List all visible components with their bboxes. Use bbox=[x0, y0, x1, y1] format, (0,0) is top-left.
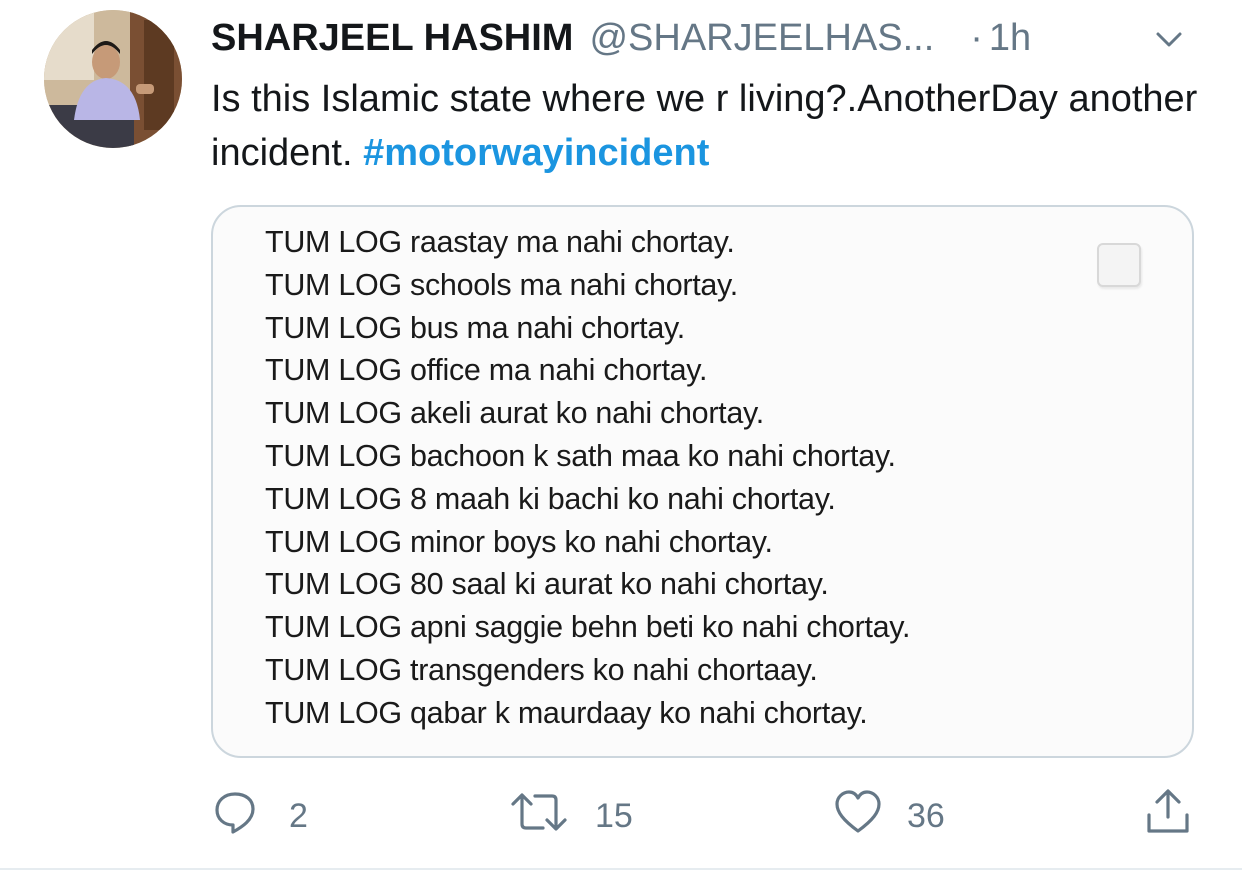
media-line: TUM LOG 80 saal ki aurat ko nahi chortay… bbox=[265, 567, 829, 602]
chevron-down-icon[interactable] bbox=[1152, 22, 1186, 56]
avatar[interactable] bbox=[44, 10, 182, 148]
tweet-text: Is this Islamic state where we r living?… bbox=[211, 72, 1201, 180]
media-line: TUM LOG akeli aurat ko nahi chortay. bbox=[265, 396, 764, 431]
heart-icon bbox=[833, 788, 883, 845]
media-line: TUM LOG 8 maah ki bachi ko nahi chortay. bbox=[265, 481, 836, 516]
divider bbox=[0, 868, 1242, 870]
media-line: TUM LOG raastay ma nahi chortay. bbox=[265, 225, 735, 259]
tweet-timestamp[interactable]: 1h bbox=[989, 17, 1031, 60]
media-text-block: TUM LOG raastay ma nahi chortay. TUM LOG… bbox=[265, 221, 910, 735]
share-button[interactable] bbox=[1143, 788, 1193, 842]
media-line: TUM LOG transgenders ko nahi chortaay. bbox=[265, 652, 818, 687]
media-line: TUM LOG bachoon k sath maa ko nahi chort… bbox=[265, 438, 896, 473]
reply-count: 2 bbox=[289, 796, 308, 835]
like-button[interactable]: 36 bbox=[833, 788, 945, 845]
media-line: TUM LOG bus ma nahi chortay. bbox=[265, 310, 685, 345]
like-count: 36 bbox=[907, 796, 945, 835]
separator-dot: · bbox=[970, 16, 983, 59]
author-name[interactable]: SHARJEEL HASHIM bbox=[211, 17, 573, 60]
retweet-count: 15 bbox=[595, 796, 633, 835]
media-line: TUM LOG qabar k maurdaay ko nahi chortay… bbox=[265, 695, 868, 730]
hashtag-link[interactable]: #motorwayincident bbox=[363, 132, 709, 174]
avatar-image bbox=[44, 10, 182, 148]
media-line: TUM LOG office ma nahi chortay. bbox=[265, 353, 708, 388]
tweet-actions: 2 15 36 bbox=[211, 788, 1196, 845]
media-line: TUM LOG apni saggie behn beti ko nahi ch… bbox=[265, 610, 911, 645]
retweet-icon bbox=[509, 788, 569, 845]
media-line: TUM LOG minor boys ko nahi chortay. bbox=[265, 524, 773, 559]
share-icon bbox=[1143, 787, 1193, 846]
reply-button[interactable]: 2 bbox=[211, 790, 308, 842]
tweet-header: SHARJEEL HASHIM @SHARJEELHAS... · 1h bbox=[211, 14, 1184, 62]
reply-icon bbox=[211, 788, 259, 845]
media-line: TUM LOG schools ma nahi chortay. bbox=[265, 267, 738, 302]
author-handle[interactable]: @SHARJEELHAS... bbox=[589, 17, 934, 60]
tweet-media[interactable]: TUM LOG raastay ma nahi chortay. TUM LOG… bbox=[211, 205, 1194, 758]
retweet-button[interactable]: 15 bbox=[509, 790, 633, 842]
checkbox-icon bbox=[1097, 243, 1141, 287]
